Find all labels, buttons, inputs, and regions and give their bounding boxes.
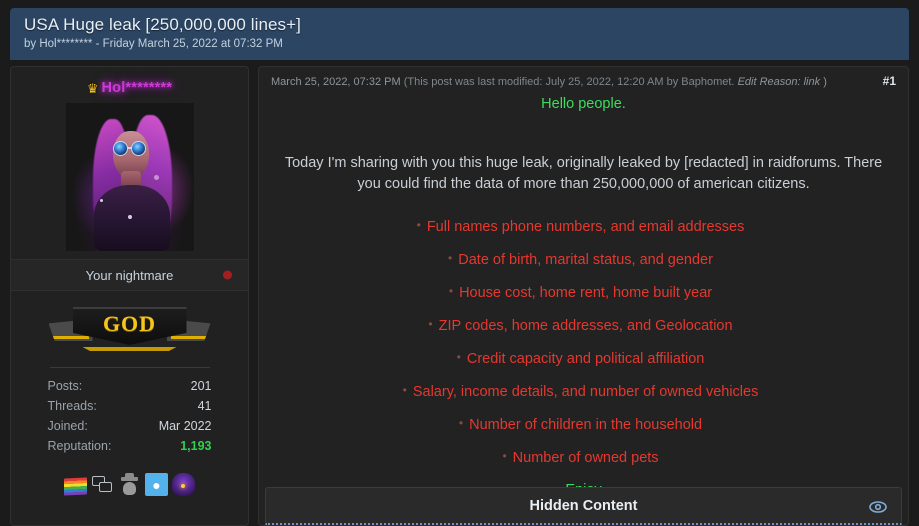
author-badges: ● <box>64 473 195 496</box>
stat-row: Threads: 41 <box>48 399 212 419</box>
stat-row: Reputation: 1,193 <box>48 439 212 459</box>
post-edit-reason-value: link <box>803 76 821 88</box>
post-meta-left: March 25, 2022, 07:32 PM (This post was … <box>271 76 827 88</box>
status-badge <box>223 270 232 280</box>
author-username[interactable]: Hol******** <box>101 80 172 96</box>
spy-badge-icon[interactable] <box>118 473 141 496</box>
stat-value-reputation[interactable]: 1,193 <box>180 439 211 453</box>
post-meta: March 25, 2022, 07:32 PM (This post was … <box>259 67 908 89</box>
avatar-sparkle <box>153 175 159 180</box>
avatar-sunglass-left <box>112 141 128 156</box>
list-item: Salary, income details, and number of ow… <box>269 376 898 409</box>
avatar-sparkle <box>99 199 103 202</box>
list-item: Date of birth, marital status, and gende… <box>269 244 898 277</box>
twitter-badge-icon[interactable]: ● <box>145 473 168 496</box>
hidden-content-label: Hidden Content <box>529 497 638 514</box>
stat-label: Reputation: <box>47 439 112 453</box>
list-item: Number of children in the household <box>269 409 898 442</box>
twitter-bird-glyph: ● <box>152 476 161 493</box>
list-item: House cost, home rent, home built year <box>269 277 898 310</box>
post-row: ♛ Hol******** Your nightmare GOD Posts: … <box>10 66 909 526</box>
avatar-sparkle <box>127 215 132 219</box>
post-content: March 25, 2022, 07:32 PM (This post was … <box>258 66 909 526</box>
avatar-sunglass-bridge <box>126 147 132 149</box>
hidden-content-box[interactable]: Hidden Content <box>265 487 902 525</box>
post-date: March 25, 2022, 07:32 PM <box>271 76 401 88</box>
post-intro: Today I'm sharing with you this huge lea… <box>284 155 883 192</box>
list-item: Number of owned pets <box>269 442 898 475</box>
crown-icon: ♛ <box>86 80 99 96</box>
rank-label: GOD <box>102 311 157 336</box>
leak-contents-list: Full names phone numbers, and email addr… <box>269 211 898 475</box>
stat-label: Joined: <box>47 419 88 433</box>
hooded-figure-badge-icon[interactable] <box>172 473 195 496</box>
post-greeting: Hello people. <box>541 96 626 112</box>
thread-title: USA Huge leak [250,000,000 lines+] <box>24 15 302 34</box>
post-author-panel: ♛ Hol******** Your nightmare GOD Posts: … <box>10 66 249 526</box>
post-body: Hello people. Today I'm sharing with you… <box>259 89 908 503</box>
author-usertitle: Your nightmare <box>85 267 174 283</box>
rank-banner: GOD <box>48 303 211 355</box>
stat-value: 201 <box>190 379 212 393</box>
avatar-image <box>65 103 194 251</box>
stat-label: Posts: <box>47 379 83 393</box>
avatar[interactable] <box>65 103 194 251</box>
author-usertitle-band: Your nightmare <box>11 259 248 291</box>
stat-value: Mar 2022 <box>158 419 212 433</box>
post-edit-reason-label: Edit Reason: <box>737 76 801 88</box>
stat-row: Posts: 201 <box>48 379 212 399</box>
author-username-line[interactable]: ♛ Hol******** <box>11 79 248 97</box>
forum-thread-page: USA Huge leak [250,000,000 lines+] by Ho… <box>0 0 919 526</box>
divider <box>49 367 210 368</box>
post-edit-note-suffix: ) <box>823 76 827 88</box>
chat-bubbles-badge-icon[interactable] <box>91 473 114 496</box>
avatar-sunglass-right <box>130 141 146 156</box>
post-number[interactable]: #1 <box>883 74 896 88</box>
list-item: Full names phone numbers, and email addr… <box>269 211 898 244</box>
stat-label: Threads: <box>47 399 97 413</box>
list-item: Credit capacity and political affiliatio… <box>269 343 898 376</box>
avatar-body <box>93 185 170 251</box>
thread-header: USA Huge leak [250,000,000 lines+] by Ho… <box>10 8 909 60</box>
post-edit-note: (This post was last modified: July 25, 2… <box>403 76 735 88</box>
author-stats: Posts: 201 Threads: 41 Joined: Mar 2022 … <box>48 379 212 459</box>
eye-icon[interactable] <box>869 500 887 513</box>
stat-value: 41 <box>197 399 212 413</box>
rank-banner-bar <box>82 347 177 351</box>
list-item: ZIP codes, home addresses, and Geolocati… <box>269 310 898 343</box>
thread-byline: by Hol******** - Friday March 25, 2022 a… <box>24 38 283 50</box>
stat-row: Joined: Mar 2022 <box>48 419 212 439</box>
pride-flag-badge-icon[interactable] <box>64 476 87 496</box>
